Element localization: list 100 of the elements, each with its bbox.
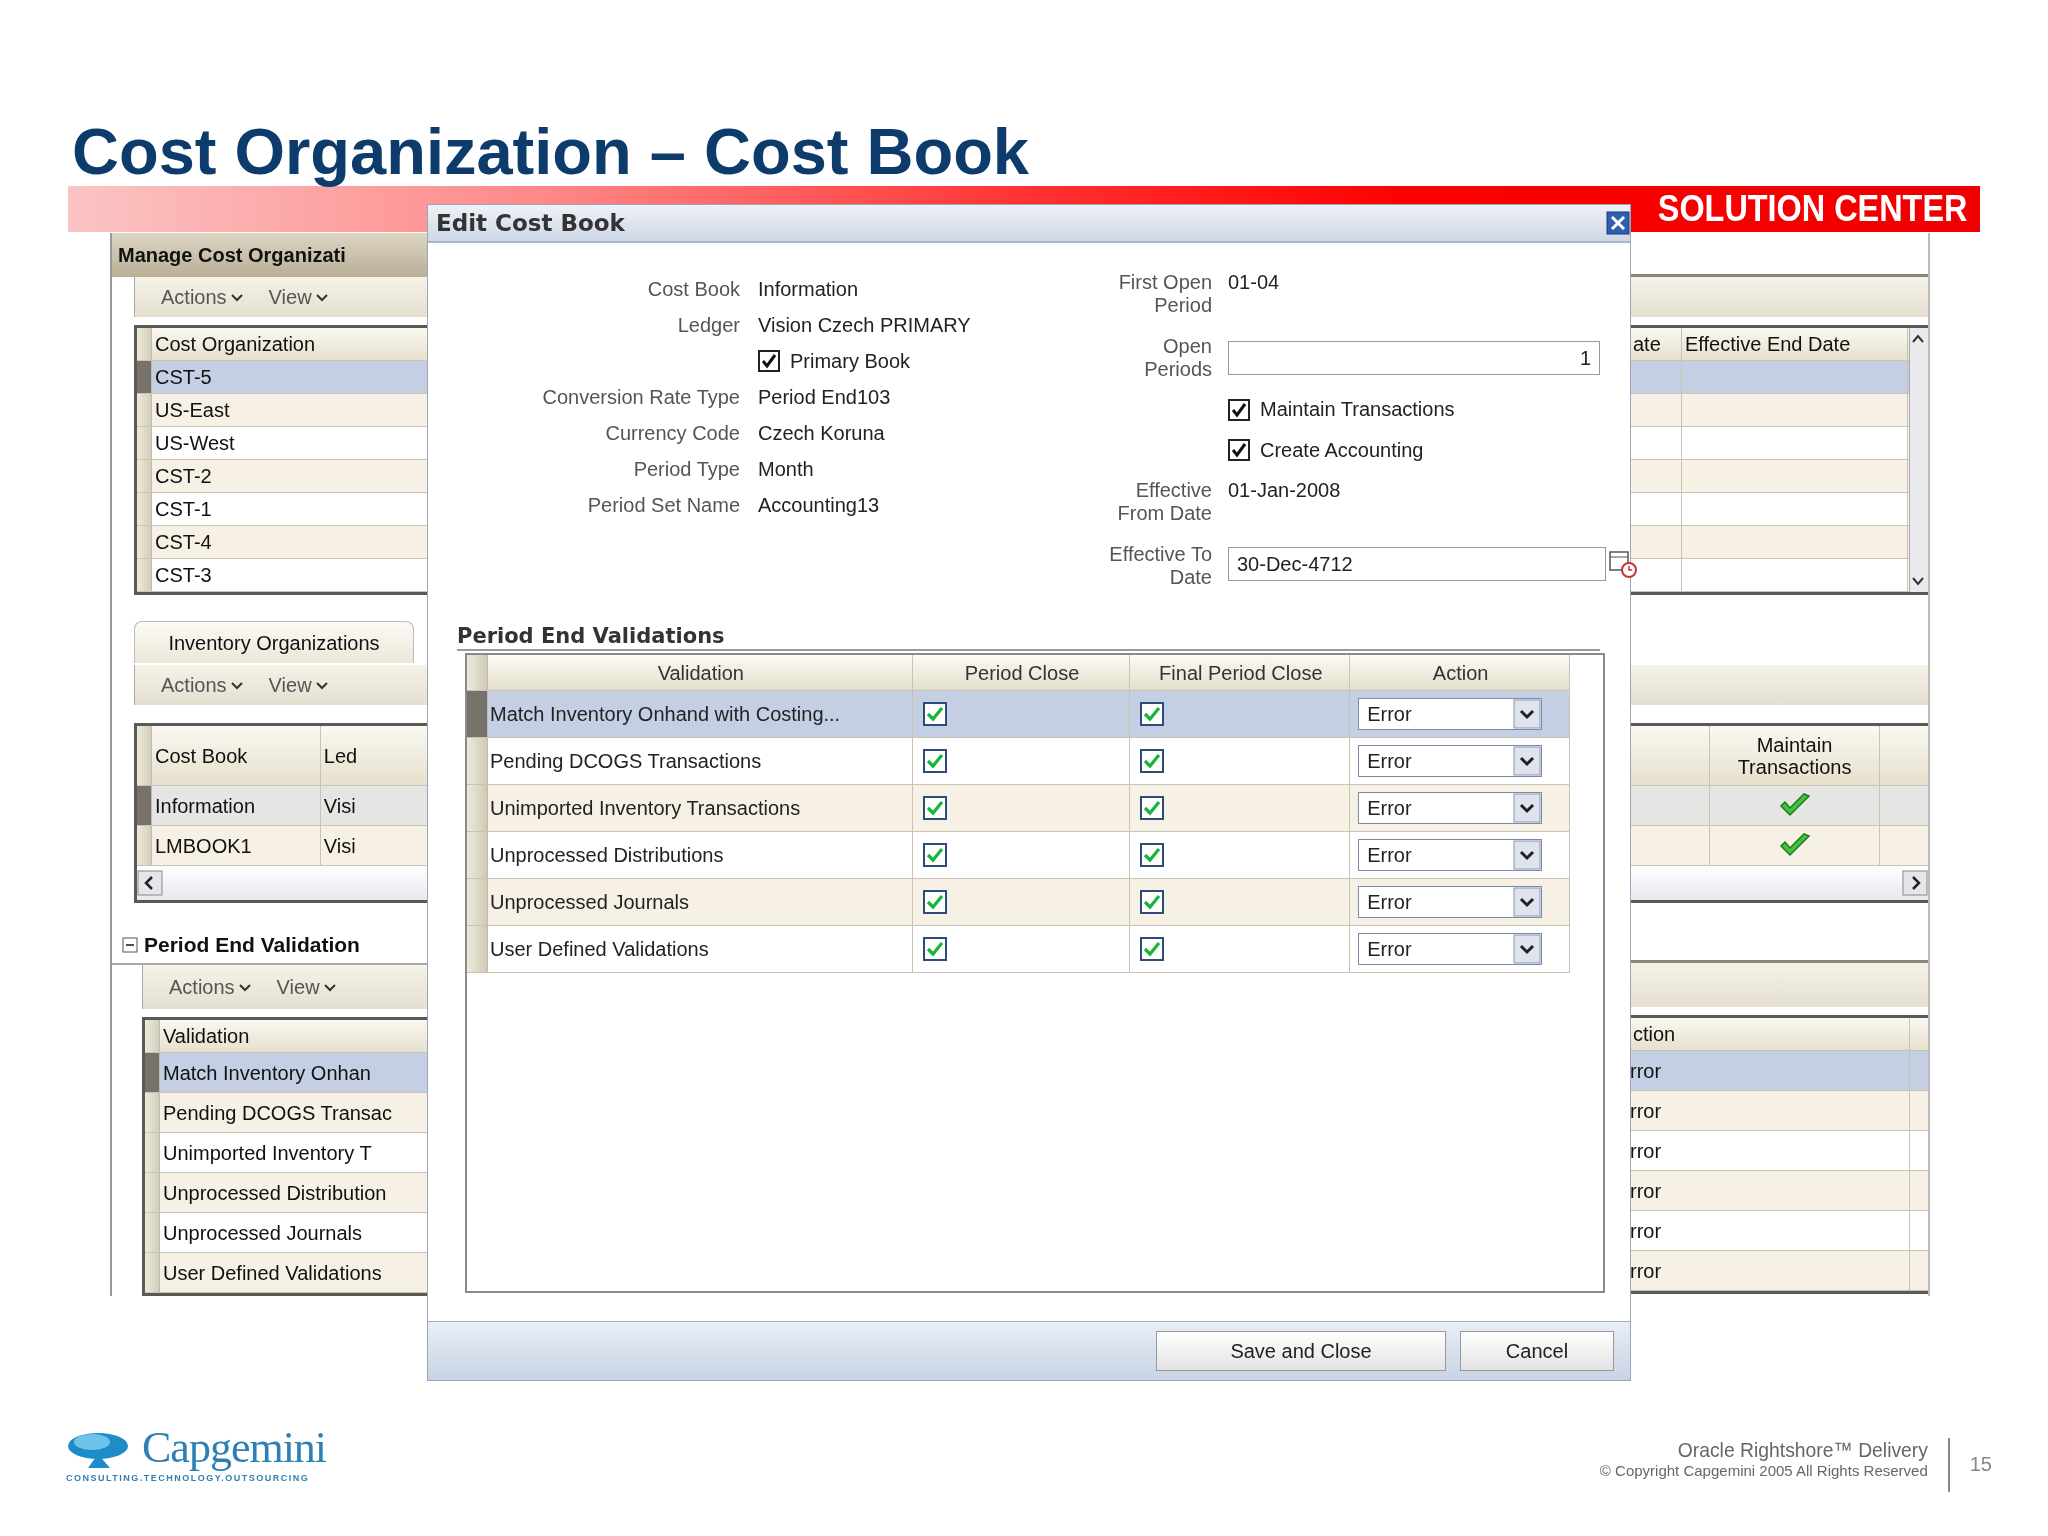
column-header: Maintain Transactions [1710,726,1880,785]
column-header: Period Close [912,655,1131,690]
row-header[interactable] [467,691,488,737]
action-select[interactable]: Error [1358,792,1543,824]
row-header[interactable] [137,460,152,492]
row-header[interactable] [137,328,152,360]
row-header[interactable] [137,726,152,785]
dropdown-icon [1513,887,1542,917]
field-label: Open Periods [1143,334,1212,381]
panel-header: Manage Cost Organizati [112,233,430,277]
collapse-icon[interactable] [122,937,138,953]
field-label: Period Set Name [586,493,740,517]
actions-menu[interactable]: Actions [169,975,251,999]
field-label: Ledger [676,313,740,337]
dropdown-icon [1513,746,1542,776]
save-button[interactable]: Save and Close [1156,1331,1446,1371]
row-header[interactable] [137,786,152,825]
row-header[interactable] [467,655,488,690]
chevron-icon [323,982,336,992]
row-header[interactable] [145,1053,160,1092]
action-select[interactable]: Error [1358,745,1543,777]
field-label: Cost Book [646,277,740,301]
calendar-icon[interactable] [1608,548,1638,579]
column-header: Final Period Close [1130,655,1351,690]
row-header[interactable] [145,1173,160,1212]
table-cell: Pending DCOGS Transactions [488,738,913,784]
view-menu[interactable]: View [268,673,328,697]
field-value: Period End103 [758,385,892,409]
dropdown-icon [1513,934,1542,964]
section-title: Period End Validations [457,623,726,649]
input-field[interactable]: 1 [1228,340,1600,375]
dropdown-icon [1513,793,1542,823]
checkbox[interactable] [1140,796,1165,820]
date-field[interactable]: 30-Dec-4712 [1228,546,1606,581]
checkbox[interactable] [922,796,947,820]
checkbox[interactable] [1140,890,1165,914]
close-icon[interactable] [1606,211,1630,235]
row-header[interactable] [467,832,488,878]
row-header[interactable] [137,427,152,459]
banner-text: SOLUTION CENTER [1657,189,1969,229]
logo-tagline: CONSULTING.TECHNOLOGY.OUTSOURCING [66,1472,311,1484]
field-value: Czech Koruna [758,421,886,445]
checkbox[interactable] [1228,398,1250,421]
page-number: 15 [1969,1452,1992,1476]
row-header[interactable] [137,826,152,865]
checkbox[interactable] [922,890,947,914]
cancel-button[interactable]: Cancel [1460,1331,1614,1371]
row-header[interactable] [137,526,152,558]
checkbox[interactable] [922,843,947,867]
action-select[interactable]: Error [1358,698,1543,730]
row-header[interactable] [137,394,152,426]
checkbox[interactable] [1140,749,1165,773]
row-header[interactable] [137,559,152,591]
checkbox[interactable] [922,937,947,961]
row-header[interactable] [137,361,152,393]
checkbox[interactable] [1140,843,1165,867]
field-label: Conversion Rate Type [541,385,740,409]
field-label: Effective From Date [1116,479,1212,525]
chevron-icon [315,680,328,690]
action-select[interactable]: Error [1358,886,1543,918]
row-header[interactable] [145,1253,160,1292]
row-header[interactable] [145,1093,160,1132]
table-cell: User Defined Validations [488,926,913,972]
checkbox[interactable] [1228,439,1250,461]
checkbox-label: Create Accounting [1260,438,1424,462]
checkbox[interactable] [758,350,780,372]
row-header[interactable] [467,738,488,784]
row-header[interactable] [467,926,488,972]
row-header[interactable] [137,493,152,525]
field-value: Information [758,277,860,301]
chevron-icon [315,292,328,302]
actions-menu[interactable]: Actions [161,673,243,697]
field-value: Accounting13 [758,493,881,517]
dropdown-icon [1513,840,1542,870]
row-header[interactable] [145,1020,160,1052]
dropdown-icon [1513,699,1542,729]
row-header[interactable] [145,1133,160,1172]
chevron-icon [230,292,243,302]
actions-menu[interactable]: Actions [161,285,243,309]
row-header[interactable] [467,879,488,925]
view-menu[interactable]: View [268,285,328,309]
field-label: Effective To Date [1108,542,1212,589]
tab[interactable]: Inventory Organizations [134,621,414,663]
checkbox-label: Maintain Transactions [1260,398,1455,421]
row-header[interactable] [467,785,488,831]
row-header[interactable] [145,1213,160,1252]
checkbox[interactable] [1140,702,1165,726]
view-menu[interactable]: View [276,975,336,999]
checkbox[interactable] [922,702,947,726]
field-value: Vision Czech PRIMARY [758,313,972,337]
table-cell: Unprocessed Journals [488,879,913,925]
section-title: Period End Validation [144,933,360,957]
action-select[interactable]: Error [1358,933,1543,965]
column-header: Validation [488,655,913,690]
field-label: First Open Period [1117,271,1212,317]
action-select[interactable]: Error [1358,839,1543,871]
checkbox[interactable] [1140,937,1165,961]
table-cell: Information [152,786,321,825]
chevron-icon [238,982,251,992]
checkbox[interactable] [922,749,947,773]
